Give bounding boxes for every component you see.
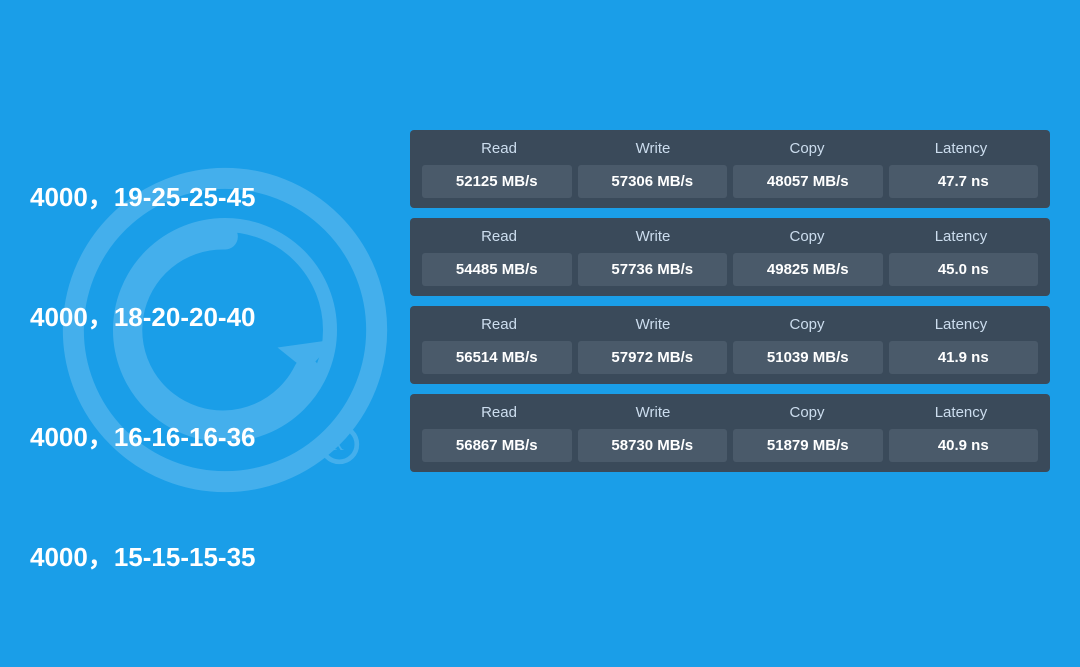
content-area: ReadWriteCopyLatency52125 MB/s57306 MB/s… (410, 130, 1050, 472)
latency-val-3: 40.9 ns (889, 429, 1039, 462)
row-label-2: 4000，16-16-16-36 (30, 380, 256, 490)
write-val-2: 57972 MB/s (578, 341, 728, 374)
bench-card-3: ReadWriteCopyLatency 56867 MB/s58730 MB/s… (410, 394, 1050, 472)
bench-card-2: ReadWriteCopyLatency 56514 MB/s57972 MB/s… (410, 306, 1050, 384)
col-header-read: Read (422, 316, 576, 333)
read-val-1: 54485 MB/s (422, 253, 572, 286)
col-header-copy: Copy (730, 404, 884, 421)
copy-val-2: 51039 MB/s (733, 341, 883, 374)
latency-val-1: 45.0 ns (889, 253, 1039, 286)
row-label-3: 4000，15-15-15-35 (30, 500, 256, 610)
col-header-read: Read (422, 404, 576, 421)
col-header-write: Write (576, 228, 730, 245)
latency-val-0: 47.7 ns (889, 165, 1039, 198)
col-header-latency: Latency (884, 140, 1038, 157)
col-header-write: Write (576, 404, 730, 421)
copy-val-0: 48057 MB/s (733, 165, 883, 198)
bench-card-0: ReadWriteCopyLatency 52125 MB/s57306 MB/s… (410, 130, 1050, 208)
col-header-copy: Copy (730, 228, 884, 245)
read-val-2: 56514 MB/s (422, 341, 572, 374)
bench-card-1: ReadWriteCopyLatency 54485 MB/s57736 MB/s… (410, 218, 1050, 296)
copy-val-1: 49825 MB/s (733, 253, 883, 286)
col-header-copy: Copy (730, 140, 884, 157)
col-header-latency: Latency (884, 404, 1038, 421)
write-val-3: 58730 MB/s (578, 429, 728, 462)
col-header-copy: Copy (730, 316, 884, 333)
col-header-write: Write (576, 140, 730, 157)
col-header-read: Read (422, 140, 576, 157)
col-header-read: Read (422, 228, 576, 245)
copy-val-3: 51879 MB/s (733, 429, 883, 462)
title (0, 0, 1080, 40)
col-header-latency: Latency (884, 316, 1038, 333)
left-labels: 4000，19-25-25-454000，18-20-20-404000，16-… (30, 140, 256, 610)
read-val-0: 52125 MB/s (422, 165, 572, 198)
svg-text:R: R (331, 434, 344, 455)
write-val-0: 57306 MB/s (578, 165, 728, 198)
col-header-write: Write (576, 316, 730, 333)
write-val-1: 57736 MB/s (578, 253, 728, 286)
col-header-latency: Latency (884, 228, 1038, 245)
row-label-0: 4000，19-25-25-45 (30, 140, 256, 250)
latency-val-2: 41.9 ns (889, 341, 1039, 374)
row-label-1: 4000，18-20-20-40 (30, 260, 256, 370)
read-val-3: 56867 MB/s (422, 429, 572, 462)
